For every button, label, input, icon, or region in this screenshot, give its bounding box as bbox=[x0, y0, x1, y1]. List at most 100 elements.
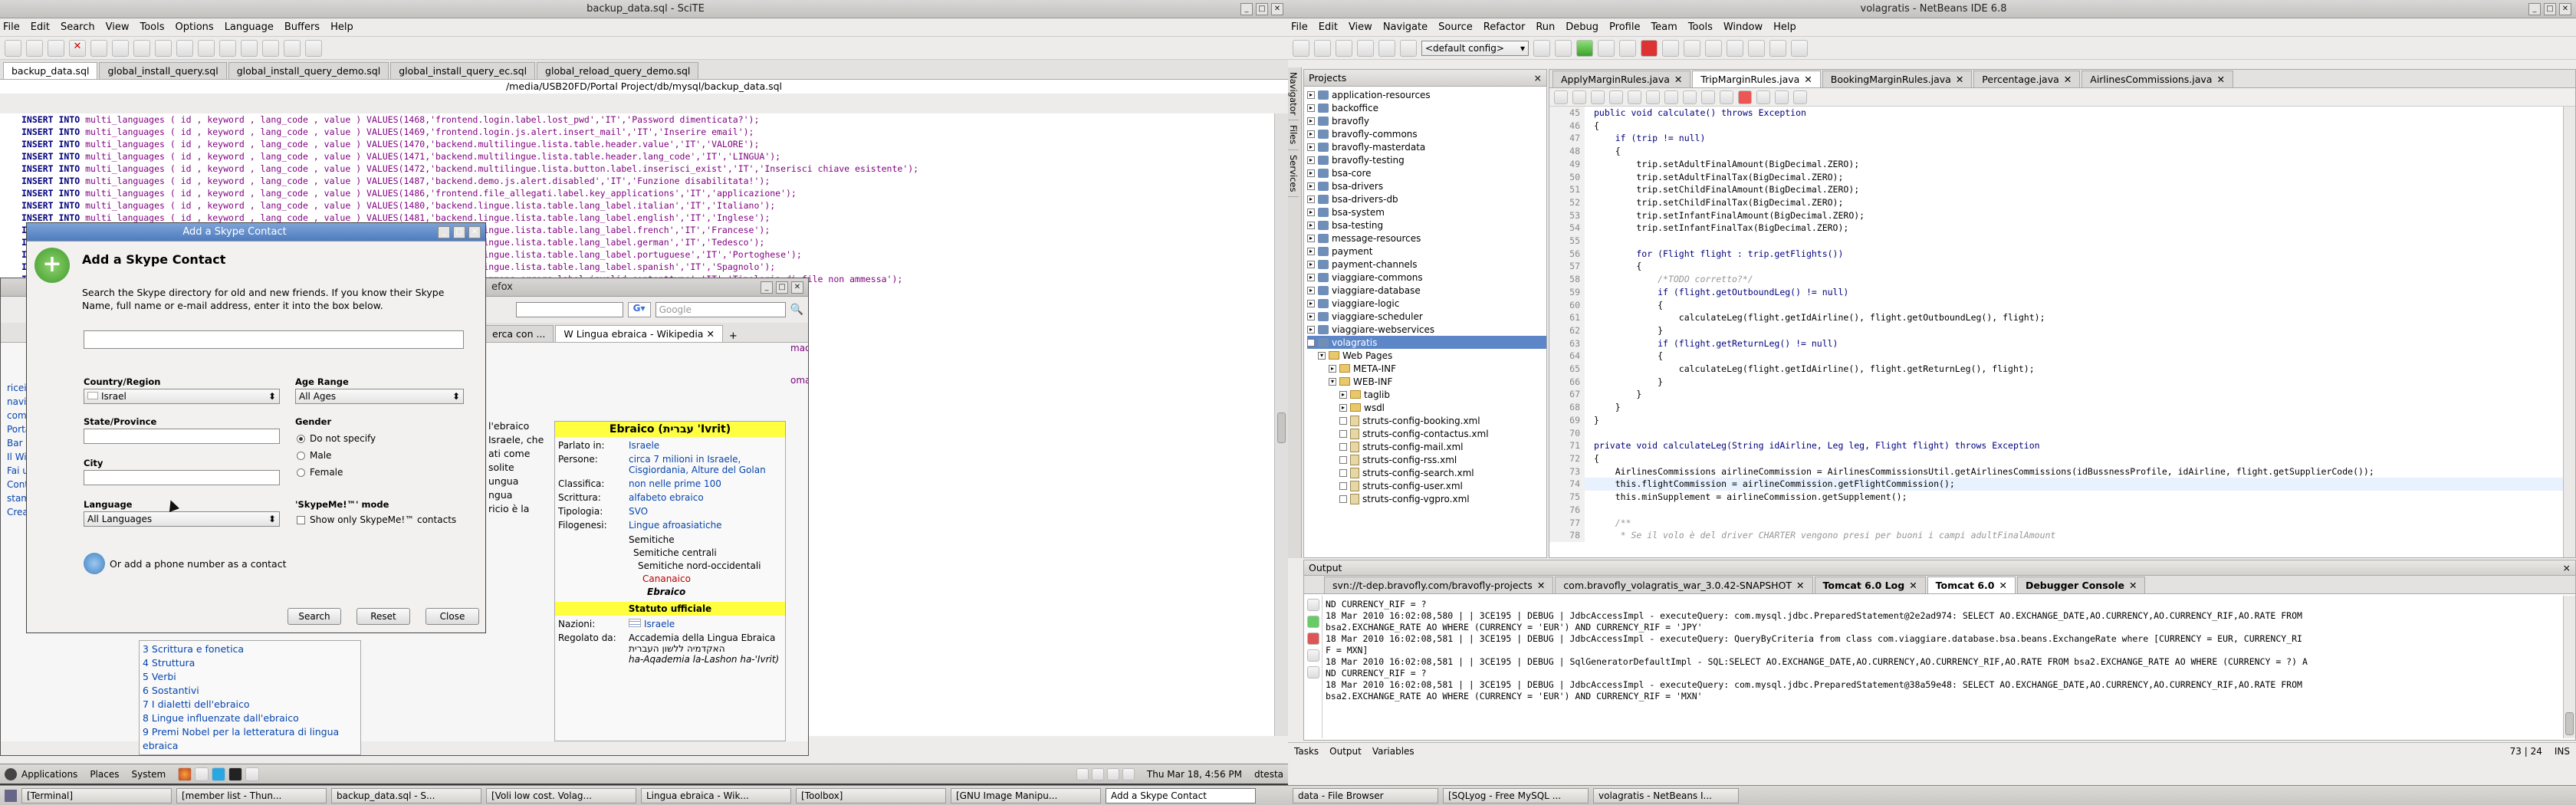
tree-node[interactable]: ▸ taglib bbox=[1307, 388, 1546, 401]
expand-icon[interactable]: ▸ bbox=[1307, 221, 1315, 229]
find-icon[interactable] bbox=[219, 39, 236, 57]
new-tab-icon[interactable]: + bbox=[724, 330, 742, 342]
menu-window[interactable]: Window bbox=[1723, 21, 1763, 33]
menu-view[interactable]: View bbox=[1349, 21, 1372, 33]
file-icon[interactable] bbox=[1339, 495, 1347, 503]
skypeme-checkbox[interactable]: Show only SkypeMe!™ contacts bbox=[297, 514, 456, 525]
tree-node[interactable]: ▾ volagratis bbox=[1307, 336, 1546, 349]
next-buffer-icon[interactable] bbox=[305, 39, 322, 57]
tree-node[interactable]: ▸ bravofly-testing bbox=[1307, 153, 1546, 166]
editor-tab[interactable]: Percentage.java ✕ bbox=[1973, 71, 2081, 87]
menu-file[interactable]: File bbox=[3, 21, 20, 33]
file-icon[interactable] bbox=[1339, 429, 1347, 438]
tab-cerca[interactable]: erca con ... bbox=[484, 325, 554, 342]
country-select[interactable]: Israel ⬍ bbox=[84, 389, 280, 404]
expand-icon[interactable]: ▸ bbox=[1307, 117, 1315, 125]
output-tab[interactable]: svn://t-dep.bravofly.com/bravofly-projec… bbox=[1324, 577, 1554, 593]
skype-search-input[interactable] bbox=[84, 330, 464, 349]
tree-node[interactable]: ▸ META-INF bbox=[1307, 362, 1546, 375]
file-icon[interactable] bbox=[1339, 481, 1347, 490]
output-log[interactable]: ND CURRENCY_RIF = ? 18 Mar 2010 16:02:08,… bbox=[1326, 599, 2561, 738]
editor-tab[interactable]: ApplyMarginRules.java ✕ bbox=[1552, 71, 1691, 87]
url-bar[interactable] bbox=[515, 302, 623, 317]
menu-view[interactable]: View bbox=[106, 21, 130, 33]
editor-tab[interactable]: AirlinesCommissions.java ✕ bbox=[2082, 71, 2233, 87]
continue-icon[interactable] bbox=[1684, 39, 1700, 57]
tree-node[interactable]: ▸ backoffice bbox=[1307, 101, 1546, 114]
tree-node[interactable]: ▸ viaggiare-webservices bbox=[1307, 323, 1546, 336]
close-icon[interactable]: ⨯ bbox=[2563, 562, 2571, 573]
maximize-icon[interactable]: □ bbox=[2544, 2, 2556, 15]
close-tab-icon[interactable]: ✕ bbox=[706, 328, 714, 340]
clock[interactable]: Thu Mar 18, 4:56 PM bbox=[1147, 769, 1242, 780]
minimize-icon[interactable]: _ bbox=[2528, 2, 2541, 15]
close-tab-icon[interactable]: ✕ bbox=[2216, 74, 2224, 85]
panel-menu-places[interactable]: Places bbox=[90, 769, 119, 780]
side-tab-services[interactable]: Services bbox=[1288, 150, 1299, 198]
expand-icon[interactable]: ▾ bbox=[1329, 377, 1336, 386]
close-tab-icon[interactable]: ✕ bbox=[1674, 74, 1682, 85]
clean-build-icon[interactable] bbox=[1555, 39, 1572, 57]
pause-icon[interactable] bbox=[1662, 39, 1679, 57]
expand-icon[interactable]: ▸ bbox=[1307, 234, 1315, 242]
comment-icon[interactable] bbox=[1775, 90, 1789, 104]
run-icon[interactable] bbox=[1576, 39, 1593, 57]
menu-options[interactable]: Options bbox=[176, 21, 214, 33]
skype-titlebar[interactable]: Add a Skype Contact _ □ ✕ bbox=[27, 223, 485, 242]
source-view-icon[interactable] bbox=[1554, 90, 1568, 104]
maximize-icon[interactable]: □ bbox=[1256, 2, 1268, 15]
close-tab-icon[interactable]: ✕ bbox=[1804, 74, 1812, 85]
output-tab[interactable]: Tomcat 6.0 ✕ bbox=[1927, 577, 2016, 593]
phylogeny-item[interactable]: Cananaico bbox=[629, 573, 782, 586]
menu-run[interactable]: Run bbox=[1536, 21, 1555, 33]
save-all-icon[interactable] bbox=[1357, 39, 1374, 57]
gender-option[interactable]: Female bbox=[297, 464, 376, 481]
tree-node[interactable]: struts-config-mail.xml bbox=[1307, 440, 1546, 453]
state-input[interactable] bbox=[84, 429, 280, 444]
mail-launcher-icon[interactable] bbox=[195, 767, 209, 781]
expand-icon[interactable]: ▸ bbox=[1307, 247, 1315, 255]
tab-wikipedia[interactable]: W Lingua ebraica - Wikipedia ✕ bbox=[555, 325, 723, 342]
reset-button[interactable]: Reset bbox=[356, 608, 410, 625]
menu-navigate[interactable]: Navigate bbox=[1383, 21, 1428, 33]
menu-source[interactable]: Source bbox=[1438, 21, 1473, 33]
close-tab-icon[interactable]: ✕ bbox=[1537, 580, 1545, 591]
tree-node[interactable]: ▸ viaggiare-database bbox=[1307, 284, 1546, 297]
new-file-icon[interactable] bbox=[5, 39, 21, 57]
taskbar-item[interactable]: volagratis - NetBeans I... bbox=[1593, 787, 1739, 803]
shift-left-icon[interactable] bbox=[1701, 90, 1715, 104]
menu-edit[interactable]: Edit bbox=[1319, 21, 1338, 33]
side-tab-files[interactable]: Files bbox=[1288, 120, 1299, 150]
apply-changes-icon[interactable] bbox=[1791, 39, 1808, 57]
expand-icon[interactable]: ▸ bbox=[1307, 208, 1315, 216]
forward-icon[interactable] bbox=[1609, 90, 1623, 104]
menu-tools[interactable]: Tools bbox=[140, 21, 164, 33]
taskbar-item[interactable]: backup_data.sql - S... bbox=[331, 787, 481, 803]
close-tab-icon[interactable]: ✕ bbox=[2129, 580, 2137, 591]
search-button[interactable]: Search bbox=[288, 608, 341, 625]
toc-item[interactable]: 6 Sostantivi bbox=[143, 684, 357, 698]
tree-node[interactable]: struts-config-booking.xml bbox=[1307, 414, 1546, 427]
profile-icon[interactable] bbox=[1619, 39, 1636, 57]
panel-menu-system[interactable]: System bbox=[131, 769, 166, 780]
projects-title[interactable]: Projects bbox=[1309, 72, 1346, 84]
open-project-icon[interactable] bbox=[1336, 39, 1352, 57]
cut-icon[interactable] bbox=[133, 39, 150, 57]
debug-icon[interactable] bbox=[1598, 39, 1615, 57]
toc-item[interactable]: 9 Premi Nobel per la letteratura di ling… bbox=[143, 725, 357, 753]
tray-icons[interactable] bbox=[1076, 767, 1135, 780]
file-icon[interactable] bbox=[1339, 442, 1347, 451]
tree-node[interactable]: ▸ bsa-core bbox=[1307, 166, 1546, 179]
google-icon[interactable]: G▾ bbox=[627, 302, 651, 317]
expand-icon[interactable]: ▸ bbox=[1307, 130, 1315, 138]
expand-icon[interactable]: ▸ bbox=[1307, 286, 1315, 294]
side-tab-navigator[interactable]: Navigator bbox=[1288, 67, 1299, 121]
taskbar-item[interactable]: [Toolbox] bbox=[796, 787, 946, 803]
tree-node[interactable]: ▸ bsa-testing bbox=[1307, 219, 1546, 232]
menu-search[interactable]: Search bbox=[61, 21, 95, 33]
run-icon[interactable] bbox=[1306, 616, 1319, 628]
editor-launcher-icon[interactable] bbox=[245, 767, 260, 781]
tree-node[interactable]: ▸ message-resources bbox=[1307, 232, 1546, 245]
expand-icon[interactable]: ▸ bbox=[1307, 299, 1315, 307]
phone-link[interactable]: Or add a phone number as a contact bbox=[84, 553, 287, 574]
